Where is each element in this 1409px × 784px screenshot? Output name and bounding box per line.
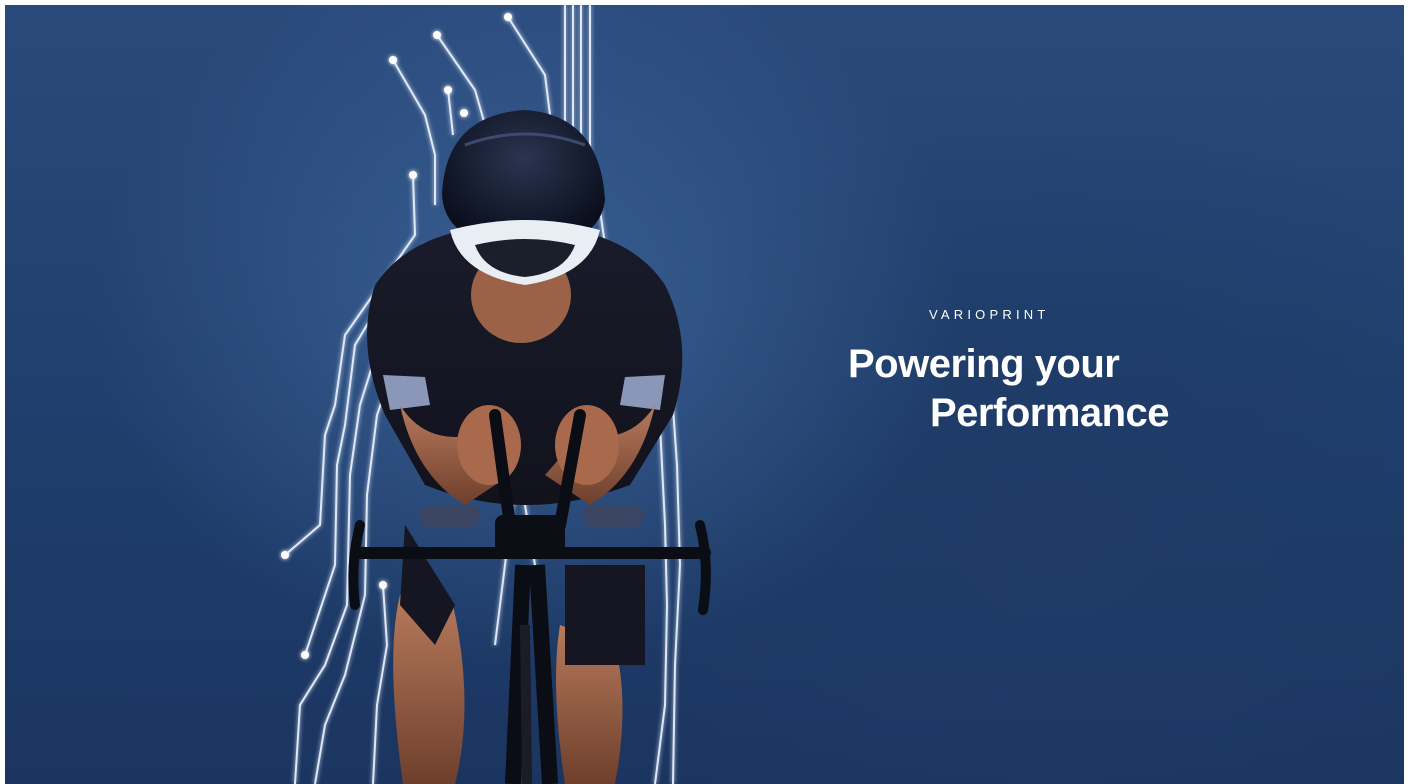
headline-line-2: Performance [930,391,1170,435]
page-frame: VARIOPRINT Powering your Performance [0,0,1409,784]
hero-text: VARIOPRINT Powering your Performance [848,307,1268,438]
hero-banner: VARIOPRINT Powering your Performance [5,5,1404,784]
headline-line-1: Powering your [848,342,1120,386]
hero-headline: Powering your Performance [848,340,1268,438]
brand-logo-text: VARIOPRINT [929,307,1050,322]
cyclist [348,110,711,784]
